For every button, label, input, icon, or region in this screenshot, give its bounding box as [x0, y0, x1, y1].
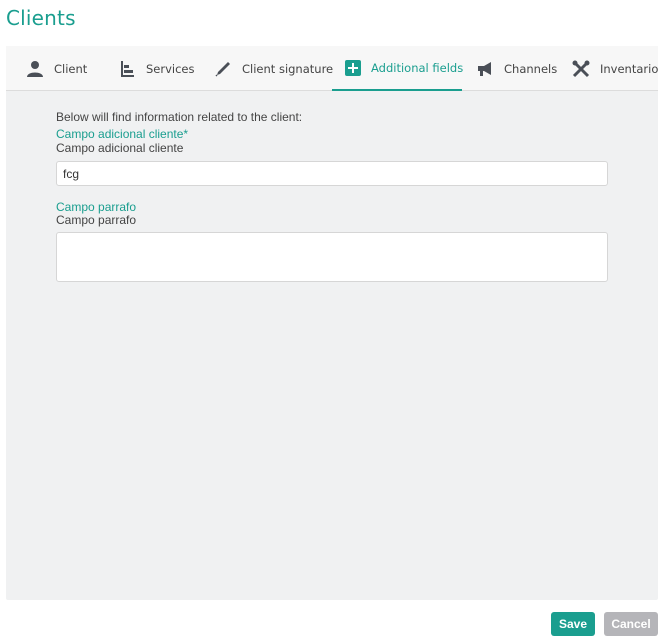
tab-client[interactable]: Client	[24, 46, 87, 91]
tools-icon	[570, 58, 592, 80]
tab-label: Inventario	[600, 61, 659, 76]
services-icon	[116, 58, 138, 80]
client-panel: Client Services Client signature Additio…	[6, 46, 658, 600]
field-description: Campo parrafo	[56, 213, 137, 227]
megaphone-icon	[474, 58, 496, 80]
tab-channels[interactable]: Channels	[474, 46, 557, 91]
campo-adicional-input[interactable]	[56, 161, 608, 186]
plus-box-icon	[345, 57, 361, 79]
field-title: Campo parrafo	[56, 200, 137, 214]
form-intro: Below will find information related to t…	[56, 110, 303, 124]
tab-additional-fields[interactable]: Additional fields	[332, 46, 464, 91]
campo-parrafo-textarea[interactable]	[56, 232, 608, 282]
cancel-button[interactable]: Cancel	[604, 612, 658, 636]
pen-icon	[212, 58, 234, 80]
tab-inventario[interactable]: Inventario	[570, 46, 658, 91]
tab-label: Client	[54, 61, 88, 76]
tab-client-signature[interactable]: Client signature	[212, 46, 333, 91]
page-title: Clients	[6, 6, 76, 30]
field-description: Campo adicional cliente	[56, 141, 184, 155]
tab-label: Additional fields	[371, 60, 464, 75]
tab-services[interactable]: Services	[116, 46, 195, 91]
tab-label: Client signature	[242, 61, 334, 76]
tab-label: Services	[146, 61, 195, 76]
tab-label: Channels	[504, 61, 558, 76]
user-icon	[24, 58, 46, 80]
field-title: Campo adicional cliente*	[56, 127, 189, 141]
save-button[interactable]: Save	[551, 612, 595, 636]
tab-bar: Client Services Client signature Additio…	[6, 46, 658, 91]
